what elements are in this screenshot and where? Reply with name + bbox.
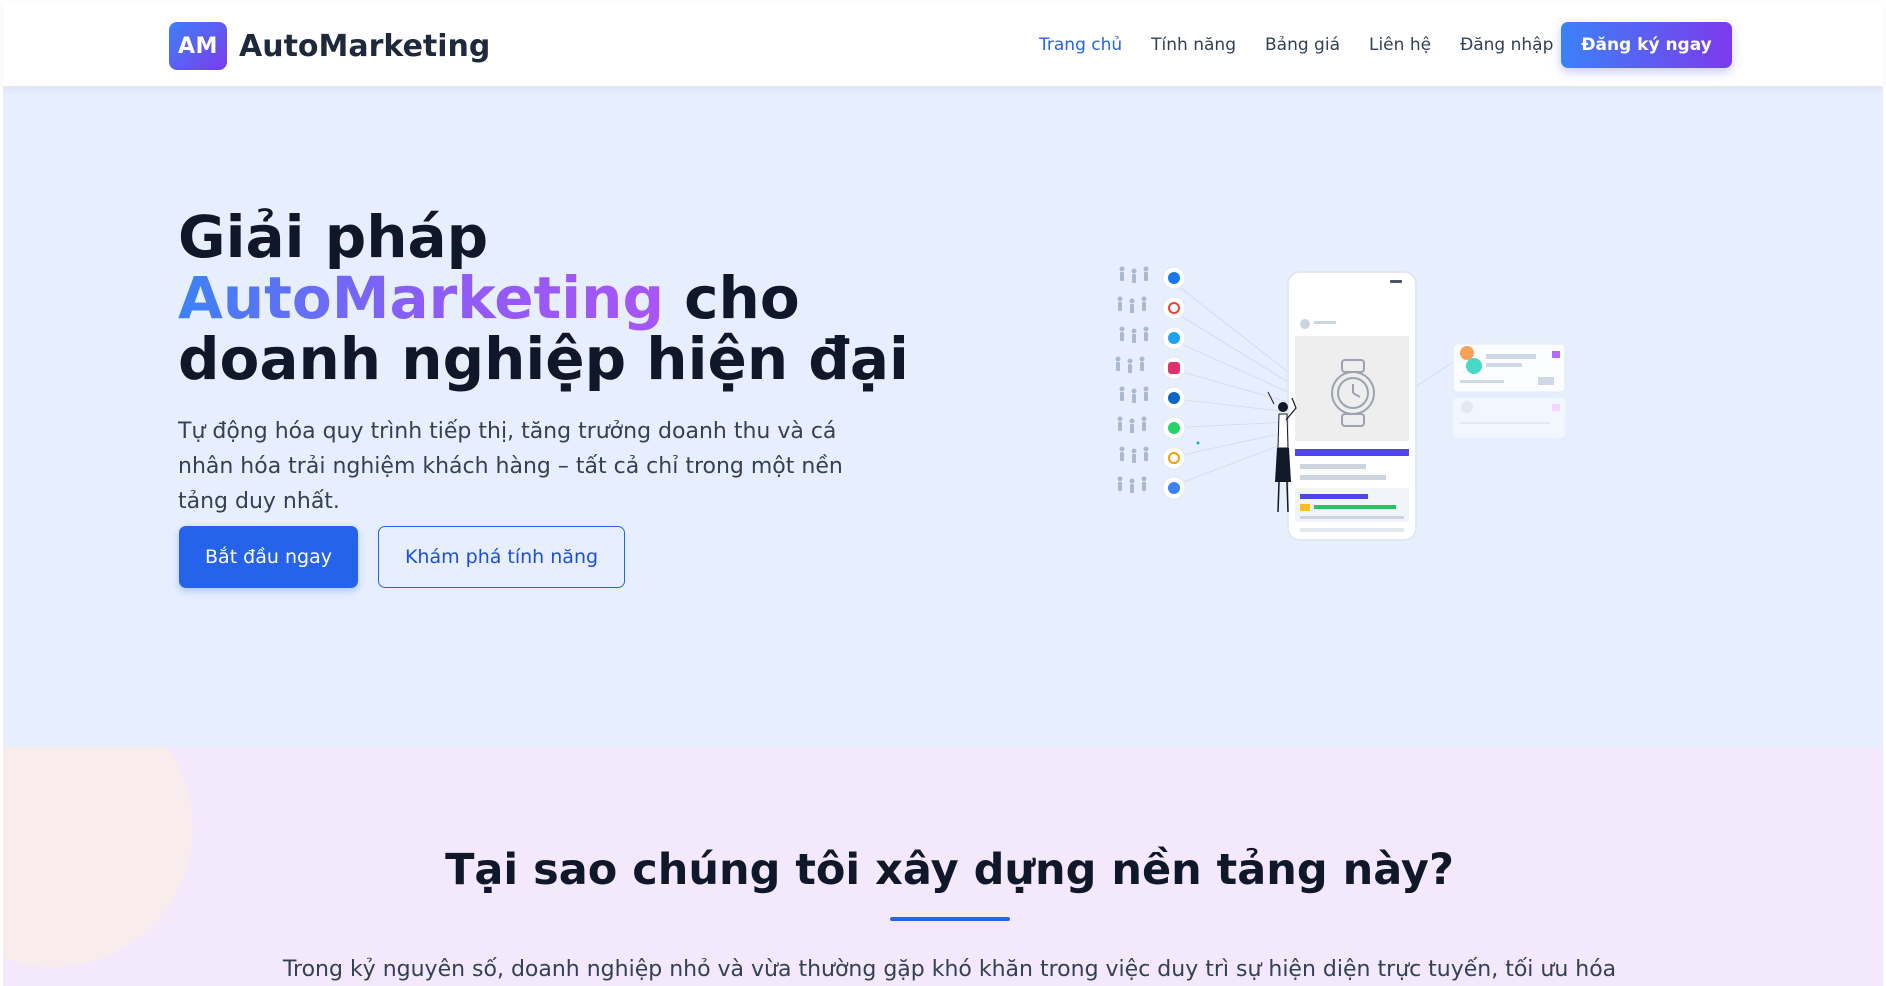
whatsapp-icon [1162, 416, 1186, 440]
hero-title-line1: Giải pháp [178, 203, 489, 271]
site-header: AM AutoMarketing Trang chủ Tính năng Bản… [3, 2, 1883, 87]
hero-section: Giải pháp AutoMarketing cho doanh nghiệp… [3, 87, 1883, 747]
brand-logo[interactable]: AM AutoMarketing [169, 22, 490, 70]
nav-login[interactable]: Đăng nhập [1460, 35, 1553, 55]
google-icon [1162, 296, 1186, 320]
hero-illustration [1115, 266, 1566, 541]
facebook-icon [1162, 266, 1186, 290]
email-icon [1162, 446, 1186, 470]
hero-subtitle: Tự động hóa quy trình tiếp thị, tăng trư… [178, 419, 843, 514]
why-section: Tại sao chúng tôi xây dựng nền tảng này?… [3, 747, 1883, 986]
hero-title: Giải pháp AutoMarketing cho doanh nghiệp… [178, 207, 938, 390]
signup-button[interactable]: Đăng ký ngay [1561, 22, 1732, 68]
why-description: Trong kỷ nguyên số, doanh nghiệp nhỏ và … [282, 957, 1617, 982]
twitter-icon [1162, 326, 1186, 350]
title-underline [890, 917, 1010, 921]
hero-title-line2-rest: cho [663, 264, 800, 332]
nav-features[interactable]: Tính năng [1151, 35, 1236, 55]
brand-name: AutoMarketing [239, 28, 491, 64]
instagram-icon [1162, 356, 1186, 380]
main-nav: Trang chủ Tính năng Bảng giá Liên hệ Đăn… [1039, 2, 1582, 87]
logo-mark: AM [169, 22, 227, 70]
profile-card [1452, 343, 1566, 438]
get-started-button[interactable]: Bắt đầu ngay [179, 526, 358, 588]
phone-mockup [1287, 271, 1417, 541]
nav-pricing[interactable]: Bảng giá [1265, 35, 1340, 55]
why-title: Tại sao chúng tôi xây dựng nền tảng này? [445, 845, 1454, 895]
nav-contact[interactable]: Liên hệ [1369, 35, 1431, 55]
linkedin-icon [1162, 386, 1186, 410]
messenger-icon [1162, 476, 1186, 500]
explore-features-button[interactable]: Khám phá tính năng [378, 526, 625, 588]
nav-home[interactable]: Trang chủ [1039, 35, 1122, 55]
hero-title-highlight: AutoMarketing [178, 264, 664, 332]
hero-title-line3: doanh nghiệp hiện đại [178, 325, 909, 393]
